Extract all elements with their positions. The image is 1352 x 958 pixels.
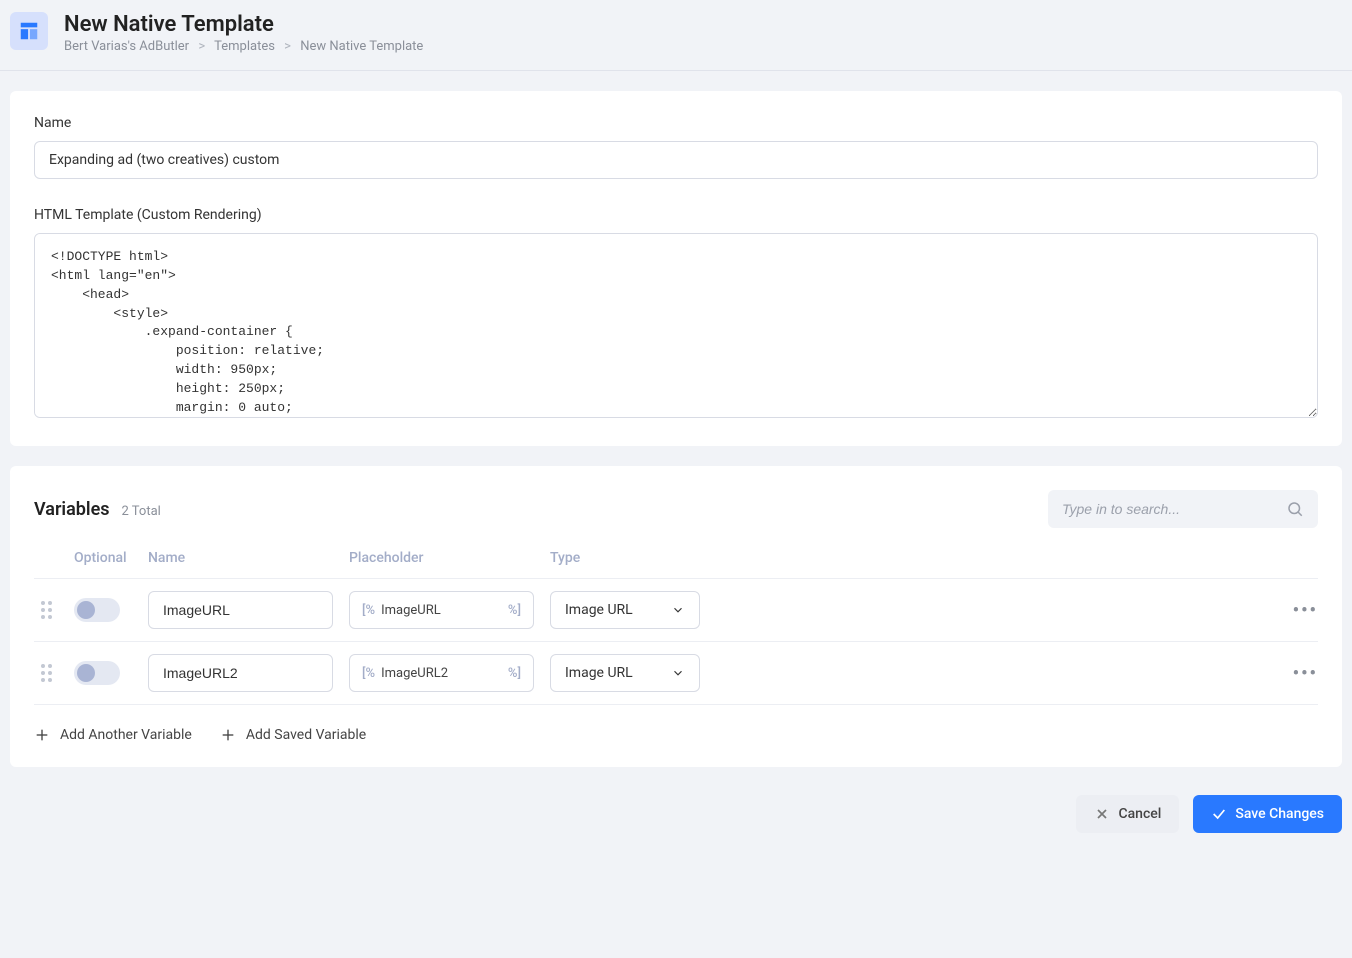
breadcrumb: Bert Varias's AdButler > Templates > New… xyxy=(64,39,1342,54)
plus-icon xyxy=(34,727,50,743)
chevron-down-icon xyxy=(671,666,685,680)
variable-name-input[interactable] xyxy=(148,591,333,629)
page-title: New Native Template xyxy=(64,12,1342,37)
optional-toggle[interactable] xyxy=(74,598,120,622)
breadcrumb-item[interactable]: Bert Varias's AdButler xyxy=(64,39,189,54)
variable-placeholder-display: [% ImageURL %] xyxy=(349,591,534,629)
variables-count: 2 Total xyxy=(122,504,161,519)
breadcrumb-sep: > xyxy=(284,39,291,54)
check-icon xyxy=(1211,806,1227,822)
variable-row: [% ImageURL %] Image URL ••• xyxy=(34,578,1318,641)
variable-type-select[interactable]: Image URL xyxy=(550,591,700,629)
search-wrap xyxy=(1048,490,1318,528)
add-another-variable-button[interactable]: Add Another Variable xyxy=(34,727,192,743)
chevron-down-icon xyxy=(671,603,685,617)
col-header-optional: Optional xyxy=(74,550,132,566)
drag-handle-icon[interactable] xyxy=(34,661,58,685)
breadcrumb-item[interactable]: Templates xyxy=(214,39,275,54)
name-input[interactable] xyxy=(34,141,1318,179)
close-icon xyxy=(1094,806,1110,822)
variable-name-input[interactable] xyxy=(148,654,333,692)
template-form-card: Name HTML Template (Custom Rendering) xyxy=(10,91,1342,446)
page-header: New Native Template Bert Varias's AdButl… xyxy=(0,0,1352,71)
variable-type-select[interactable]: Image URL xyxy=(550,654,700,692)
col-header-name: Name xyxy=(148,550,333,566)
plus-icon xyxy=(220,727,236,743)
row-more-button[interactable]: ••• xyxy=(716,600,1318,621)
html-template-label: HTML Template (Custom Rendering) xyxy=(34,207,1318,223)
template-icon xyxy=(10,12,48,50)
footer-actions: Cancel Save Changes xyxy=(0,787,1352,853)
col-header-type: Type xyxy=(550,550,700,566)
drag-handle-icon[interactable] xyxy=(34,598,58,622)
variables-table-header: Optional Name Placeholder Type xyxy=(34,550,1318,578)
cancel-button[interactable]: Cancel xyxy=(1076,795,1179,833)
row-more-button[interactable]: ••• xyxy=(716,663,1318,684)
add-saved-variable-button[interactable]: Add Saved Variable xyxy=(220,727,366,743)
optional-toggle[interactable] xyxy=(74,661,120,685)
variables-title: Variables xyxy=(34,499,110,520)
save-button[interactable]: Save Changes xyxy=(1193,795,1342,833)
html-template-textarea[interactable] xyxy=(34,233,1318,418)
breadcrumb-item: New Native Template xyxy=(300,39,423,54)
search-icon xyxy=(1286,500,1304,518)
breadcrumb-sep: > xyxy=(198,39,205,54)
variable-placeholder-display: [% ImageURL2 %] xyxy=(349,654,534,692)
search-input[interactable] xyxy=(1062,501,1286,517)
col-header-placeholder: Placeholder xyxy=(349,550,534,566)
variables-card: Variables 2 Total Optional Name Placehol… xyxy=(10,466,1342,767)
name-label: Name xyxy=(34,115,1318,131)
variable-row: [% ImageURL2 %] Image URL ••• xyxy=(34,641,1318,704)
